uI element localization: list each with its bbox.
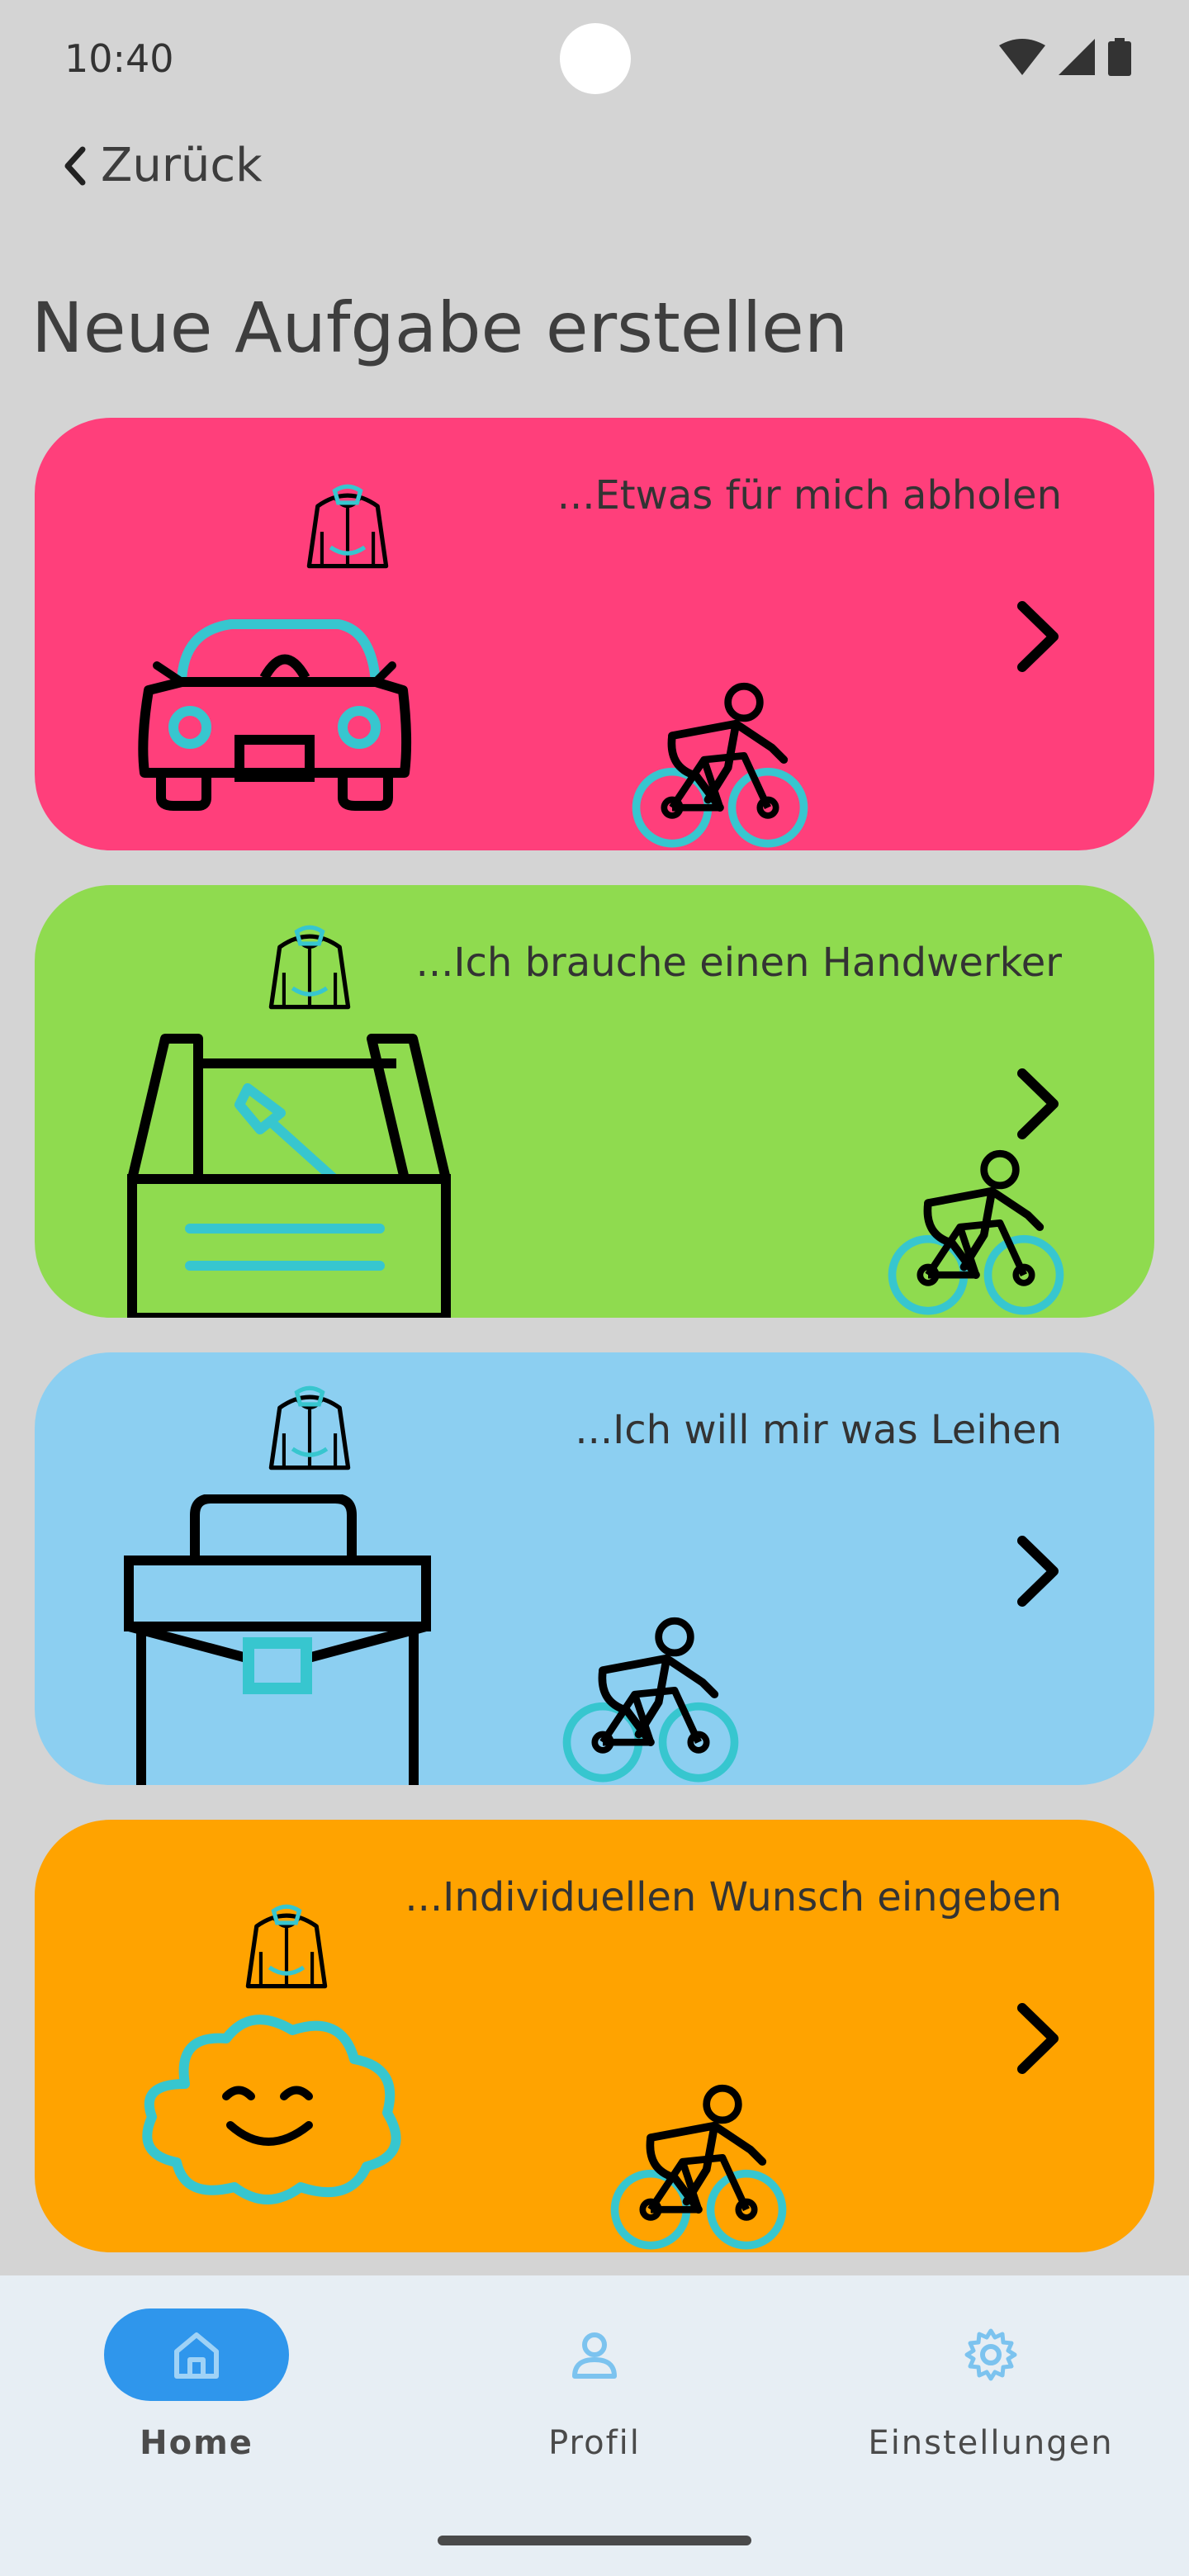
status-icons bbox=[999, 38, 1131, 76]
camera-cutout bbox=[560, 23, 631, 94]
home-indicator[interactable] bbox=[438, 2536, 751, 2545]
battery-icon bbox=[1108, 38, 1131, 76]
chevron-right-icon bbox=[1017, 601, 1059, 672]
card-label: ...Individuellen Wunsch eingeben bbox=[405, 1874, 1062, 1920]
back-label: Zurück bbox=[101, 139, 263, 192]
cloud-smile-icon bbox=[142, 2015, 401, 2204]
home-icon bbox=[174, 2332, 219, 2379]
toolbox-icon bbox=[127, 1034, 451, 1318]
status-bar: 10:40 bbox=[0, 0, 1189, 116]
nav-label: Einstellungen bbox=[868, 2424, 1114, 2462]
cyclist-icon bbox=[603, 2081, 794, 2251]
card-label: ...Etwas für mich abholen bbox=[557, 472, 1062, 519]
nav-item-settings[interactable]: Einstellungen bbox=[842, 2308, 1139, 2462]
nav-pill bbox=[104, 2308, 289, 2401]
nav-label: Profil bbox=[548, 2424, 641, 2462]
cyclist-icon bbox=[624, 679, 816, 849]
chevron-right-icon bbox=[1017, 1068, 1059, 1139]
card-craftsman[interactable]: ...Ich brauche einen Handwerker bbox=[35, 885, 1154, 1318]
nav-item-profile[interactable]: Profil bbox=[446, 2308, 743, 2462]
wifi-icon bbox=[999, 39, 1045, 75]
card-label: ...Ich brauche einen Handwerker bbox=[415, 940, 1062, 986]
nav-pill bbox=[898, 2308, 1083, 2401]
bottom-nav: Home Profil Einstellungen bbox=[0, 2275, 1189, 2576]
jacket-icon bbox=[301, 481, 395, 575]
status-time: 10:40 bbox=[64, 36, 174, 81]
nav-label: Home bbox=[140, 2424, 253, 2462]
jacket-icon bbox=[263, 1382, 357, 1476]
cyclist-icon bbox=[880, 1146, 1072, 1316]
card-pickup[interactable]: ...Etwas für mich abholen bbox=[35, 418, 1154, 850]
jacket-icon bbox=[239, 1901, 334, 1995]
chevron-right-icon bbox=[1017, 1536, 1059, 1607]
gear-icon bbox=[964, 2328, 1017, 2381]
page-title: Neue Aufgabe erstellen bbox=[31, 287, 849, 368]
jacket-icon bbox=[263, 921, 357, 1016]
car-icon bbox=[138, 619, 412, 811]
card-label: ...Ich will mir was Leihen bbox=[575, 1407, 1062, 1453]
cyclist-icon bbox=[555, 1613, 746, 1783]
signal-icon bbox=[1059, 39, 1095, 75]
nav-pill bbox=[502, 2308, 687, 2401]
chevron-right-icon bbox=[1017, 2003, 1059, 2074]
nav-item-home[interactable]: Home bbox=[48, 2308, 345, 2462]
card-borrow[interactable]: ...Ich will mir was Leihen bbox=[35, 1352, 1154, 1785]
card-custom-wish[interactable]: ...Individuellen Wunsch eingeben bbox=[35, 1820, 1154, 2252]
briefcase-icon bbox=[124, 1494, 431, 1785]
back-button[interactable]: Zurück bbox=[63, 139, 263, 192]
chevron-left-icon bbox=[64, 146, 86, 185]
profile-icon bbox=[572, 2332, 617, 2379]
